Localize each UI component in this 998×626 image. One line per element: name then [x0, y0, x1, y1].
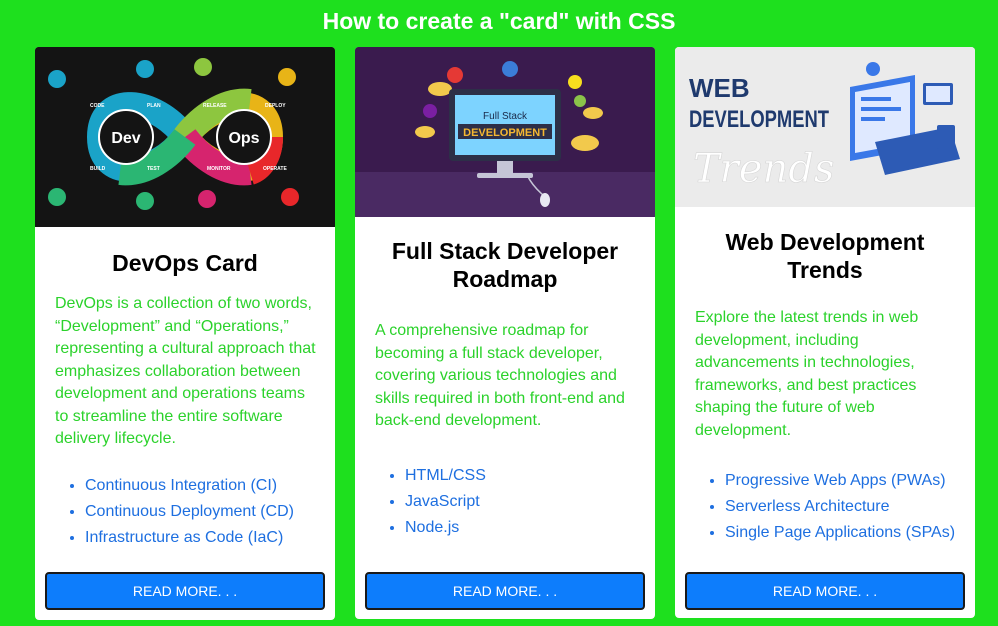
full-stack-illustration: Full Stack DEVELOPMENT [355, 47, 655, 217]
list-item: JavaScript [405, 489, 486, 515]
card-description: Explore the latest trends in web develop… [695, 309, 919, 439]
list-item: Progressive Web Apps (PWAs) [725, 468, 955, 494]
read-more-button[interactable]: READ MORE. . . [365, 572, 645, 610]
list-item: Single Page Applications (SPAs) [725, 520, 955, 546]
card-web-dev-trends: WEB DEVELOPMENT Trends Web Development T… [675, 47, 975, 618]
card-feature-list: Continuous Integration (CI) Continuous D… [65, 473, 294, 551]
list-item: Continuous Deployment (CD) [85, 499, 294, 525]
card-feature-list: HTML/CSS JavaScript Node.js [385, 463, 486, 541]
card-feature-list: Progressive Web Apps (PWAs) Serverless A… [705, 468, 955, 546]
list-item: Serverless Architecture [725, 494, 955, 520]
devops-test-label: TEST [147, 166, 160, 172]
full-stack-screen-line2: DEVELOPMENT [463, 127, 547, 139]
devops-monitor-label: MONITOR [207, 166, 231, 172]
devops-build-label: BUILD [90, 166, 106, 172]
web-dev-heading-line3: Trends [693, 146, 834, 192]
devops-code-label: CODE [90, 103, 105, 109]
card-full-stack: Full Stack DEVELOPMENT Full Stack Develo… [355, 47, 655, 619]
web-dev-heading-line2: DEVELOPMENT [689, 106, 829, 133]
full-stack-screen-line1: Full Stack [483, 111, 528, 122]
page-title: How to create a "card" with CSS [322, 8, 676, 34]
read-more-button[interactable]: READ MORE. . . [45, 572, 325, 610]
card-title: Web Development Trends [725, 229, 925, 283]
list-item: Node.js [405, 515, 486, 541]
devops-ops-label: Ops [228, 130, 259, 147]
card-title: DevOps Card [112, 250, 258, 276]
devops-release-label: RELEASE [203, 103, 227, 109]
devops-illustration: Dev Ops CODE PLAN RELEASE DEPLOY BUILD T… [35, 47, 335, 227]
card-description: A comprehensive roadmap for becoming a f… [375, 322, 625, 429]
list-item: Continuous Integration (CI) [85, 473, 294, 499]
devops-dev-label: Dev [111, 130, 140, 147]
card-description: DevOps is a collection of two words, “De… [55, 295, 316, 447]
web-dev-trends-illustration: WEB DEVELOPMENT Trends [675, 47, 975, 207]
devops-deploy-label: DEPLOY [265, 103, 286, 109]
devops-plan-label: PLAN [147, 103, 161, 109]
web-dev-heading-line1: WEB [689, 73, 750, 103]
read-more-button[interactable]: READ MORE. . . [685, 572, 965, 610]
card-devops: Dev Ops CODE PLAN RELEASE DEPLOY BUILD T… [35, 47, 335, 620]
card-title: Full Stack Developer Roadmap [391, 238, 619, 292]
list-item: Infrastructure as Code (IaC) [85, 525, 294, 551]
list-item: HTML/CSS [405, 463, 486, 489]
devops-operate-label: OPERATE [263, 166, 287, 172]
